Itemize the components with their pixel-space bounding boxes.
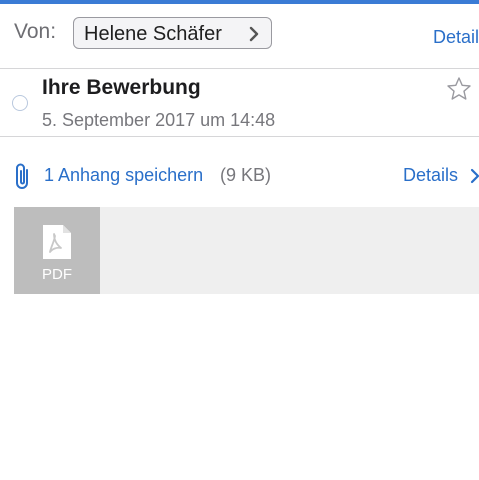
unread-dot-icon[interactable]	[12, 95, 28, 111]
sender-chip[interactable]: Helene Schäfer	[73, 17, 272, 49]
star-outline-icon[interactable]	[446, 76, 472, 102]
attachment-details-link[interactable]: Details	[403, 165, 458, 186]
pdf-label: PDF	[42, 266, 72, 283]
paperclip-icon	[16, 163, 28, 189]
from-row: Von: Helene Schäfer Detail	[0, 4, 479, 68]
message-subject: Ihre Bewerbung	[42, 76, 201, 99]
sender-name: Helene Schäfer	[84, 23, 222, 45]
message-date: 5. September 2017 um 14:48	[42, 110, 276, 130]
from-label: Von:	[14, 20, 57, 43]
chevron-right-icon	[249, 26, 259, 42]
attachment-size: (9 KB)	[220, 165, 272, 185]
save-attachment-link[interactable]: 1 Anhang speichern	[44, 165, 203, 186]
pdf-file-icon	[43, 225, 71, 259]
header-divider	[0, 68, 479, 69]
header-details-link[interactable]: Detail	[433, 27, 479, 48]
pdf-attachment-tile[interactable]: PDF	[14, 207, 100, 294]
chevron-right-icon[interactable]	[470, 167, 479, 185]
attachment-strip: PDF	[14, 207, 479, 294]
subject-divider	[0, 136, 479, 137]
